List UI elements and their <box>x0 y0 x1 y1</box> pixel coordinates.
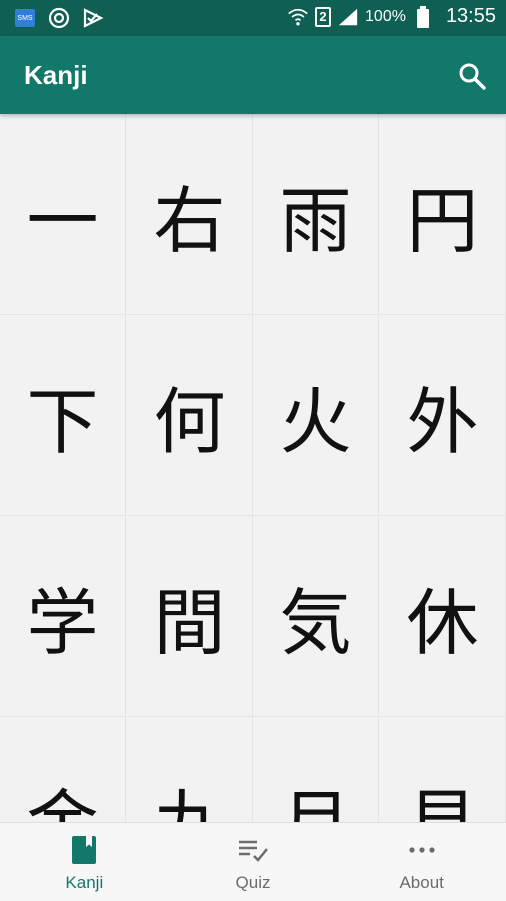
checklist-icon <box>239 840 268 862</box>
nav-label-quiz: Quiz <box>235 873 271 892</box>
kanji-cell[interactable]: 休 <box>380 516 506 717</box>
app-title: Kanji <box>24 60 88 90</box>
kanji-cell[interactable]: 九 <box>127 717 253 822</box>
kanji-character: 雨 <box>279 178 352 263</box>
kanji-cell[interactable]: 下 <box>0 315 126 516</box>
kanji-cell[interactable]: 学 <box>0 516 126 717</box>
kanji-cell[interactable]: 見 <box>380 717 506 822</box>
kanji-cell[interactable]: 何 <box>127 315 253 516</box>
search-button[interactable] <box>456 60 488 92</box>
kanji-cell[interactable]: 火 <box>253 315 379 516</box>
kanji-character: 外 <box>406 379 479 464</box>
status-bar: SMS 2 100% 13:55 <box>0 0 506 36</box>
battery-icon <box>412 5 434 28</box>
kanji-cell[interactable]: 一 <box>0 114 126 315</box>
kanji-cell[interactable]: 間 <box>127 516 253 717</box>
kanji-cell[interactable]: 月 <box>253 717 379 822</box>
kanji-character: 右 <box>153 178 226 263</box>
sms-icon: SMS <box>14 7 36 29</box>
kanji-character: 火 <box>279 379 352 464</box>
target-icon <box>48 7 70 29</box>
signal-icon <box>337 6 359 28</box>
sms-icon-label: SMS <box>15 9 35 27</box>
nav-label-kanji: Kanji <box>65 873 104 892</box>
kanji-cell[interactable]: 金 <box>0 717 126 822</box>
kanji-character: 下 <box>26 379 99 464</box>
kanji-cell[interactable]: 右 <box>127 114 253 315</box>
bottom-navigation: Kanji Quiz About <box>0 822 506 901</box>
kanji-cell[interactable]: 円 <box>380 114 506 315</box>
nav-item-quiz[interactable]: Quiz <box>169 823 338 901</box>
wifi-icon <box>287 6 309 28</box>
kanji-character: 一 <box>26 178 99 263</box>
kanji-character: 見 <box>406 765 478 823</box>
battery-percent: 100% <box>365 7 406 25</box>
kanji-character: 休 <box>406 580 479 665</box>
kanji-character: 気 <box>279 580 352 665</box>
app-bar: Kanji <box>0 36 506 114</box>
kanji-character: 九 <box>153 765 225 823</box>
kanji-character: 円 <box>406 178 479 263</box>
nav-label-about: About <box>399 873 444 892</box>
kanji-grid: 一右雨円下何火外学間気休金九月見 <box>0 114 506 822</box>
kanji-character: 月 <box>279 765 351 823</box>
book-icon <box>72 836 97 864</box>
kanji-character: 間 <box>153 580 226 665</box>
sim-slot-badge: 2 <box>315 6 332 27</box>
kanji-cell[interactable]: 気 <box>253 516 379 717</box>
search-icon <box>459 63 486 90</box>
more-icon <box>409 847 435 853</box>
kanji-character: 何 <box>153 379 226 464</box>
nav-item-kanji[interactable]: Kanji <box>0 823 169 901</box>
kanji-character: 学 <box>26 580 99 665</box>
clock: 13:55 <box>445 5 496 27</box>
play-check-icon <box>82 7 104 29</box>
kanji-cell[interactable]: 雨 <box>253 114 379 315</box>
nav-item-about[interactable]: About <box>337 823 506 901</box>
kanji-cell[interactable]: 外 <box>380 315 506 516</box>
kanji-character: 金 <box>26 765 98 823</box>
